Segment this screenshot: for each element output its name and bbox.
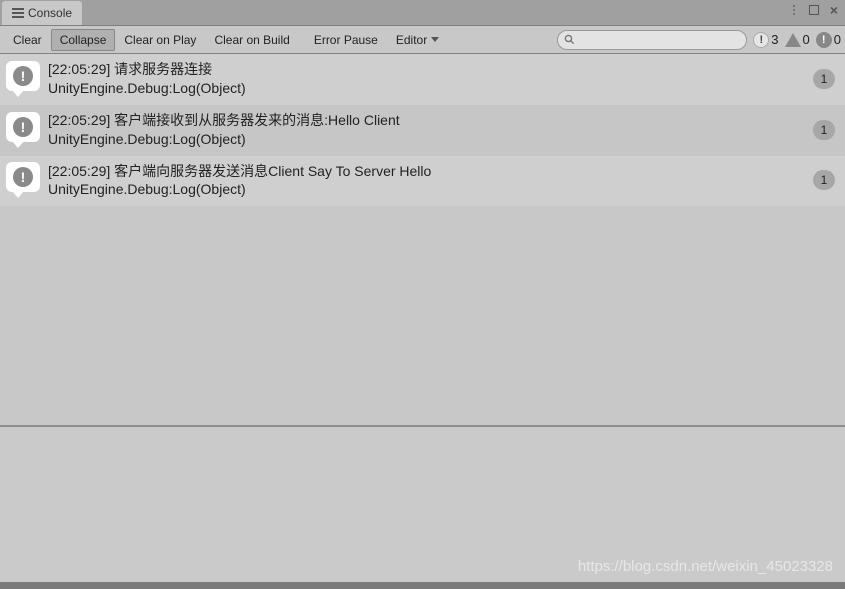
log-trace: UnityEngine.Debug:Log(Object) <box>48 79 805 98</box>
log-detail-pane <box>0 427 845 582</box>
warning-icon <box>785 33 801 47</box>
clear-button[interactable]: Clear <box>4 29 51 51</box>
log-text: [22:05:29] 客户端向服务器发送消息Client Say To Serv… <box>48 162 805 200</box>
collapse-toggle[interactable]: Collapse <box>51 29 116 51</box>
log-message: [22:05:29] 客户端接收到从服务器发来的消息:Hello Client <box>48 111 805 130</box>
window-controls: × <box>787 3 841 17</box>
options-icon[interactable] <box>787 3 801 17</box>
log-message: [22:05:29] 客户端向服务器发送消息Client Say To Serv… <box>48 162 805 181</box>
info-icon: ! <box>753 32 769 48</box>
error-icon: ! <box>816 32 832 48</box>
tab-bar: Console × <box>0 0 845 26</box>
log-info-icon: ! <box>6 112 42 148</box>
clear-on-play-toggle[interactable]: Clear on Play <box>115 29 205 51</box>
log-count-badge: 1 <box>813 69 835 89</box>
editor-dropdown[interactable]: Editor <box>387 29 448 51</box>
search-field[interactable] <box>557 30 747 50</box>
warn-count: 0 <box>803 32 810 47</box>
error-pause-toggle[interactable]: Error Pause <box>305 29 387 51</box>
info-count: 3 <box>771 32 778 47</box>
close-icon[interactable]: × <box>827 3 841 17</box>
warn-counter[interactable]: 0 <box>785 32 810 47</box>
maximize-icon[interactable] <box>807 3 821 17</box>
log-list: ! [22:05:29] 请求服务器连接 UnityEngine.Debug:L… <box>0 54 845 206</box>
status-bar <box>0 582 845 589</box>
log-trace: UnityEngine.Debug:Log(Object) <box>48 180 805 199</box>
search-input[interactable] <box>579 34 740 46</box>
error-count: 0 <box>834 32 841 47</box>
clear-on-build-toggle[interactable]: Clear on Build <box>205 29 298 51</box>
console-tab[interactable]: Console <box>2 1 82 25</box>
log-entry[interactable]: ! [22:05:29] 客户端向服务器发送消息Client Say To Se… <box>0 156 845 207</box>
console-tab-icon <box>12 8 24 18</box>
log-count-badge: 1 <box>813 120 835 140</box>
search-icon <box>564 34 575 45</box>
console-toolbar: Clear Collapse Clear on Play Clear on Bu… <box>0 26 845 54</box>
log-entry[interactable]: ! [22:05:29] 请求服务器连接 UnityEngine.Debug:L… <box>0 54 845 105</box>
console-tab-label: Console <box>28 6 72 20</box>
log-info-icon: ! <box>6 162 42 198</box>
log-count-badge: 1 <box>813 170 835 190</box>
error-counter[interactable]: ! 0 <box>816 32 841 48</box>
log-text: [22:05:29] 客户端接收到从服务器发来的消息:Hello Client … <box>48 111 805 149</box>
info-counter[interactable]: ! 3 <box>753 32 778 48</box>
log-trace: UnityEngine.Debug:Log(Object) <box>48 130 805 149</box>
log-entry[interactable]: ! [22:05:29] 客户端接收到从服务器发来的消息:Hello Clien… <box>0 105 845 156</box>
log-info-icon: ! <box>6 61 42 97</box>
log-message: [22:05:29] 请求服务器连接 <box>48 60 805 79</box>
log-text: [22:05:29] 请求服务器连接 UnityEngine.Debug:Log… <box>48 60 805 98</box>
